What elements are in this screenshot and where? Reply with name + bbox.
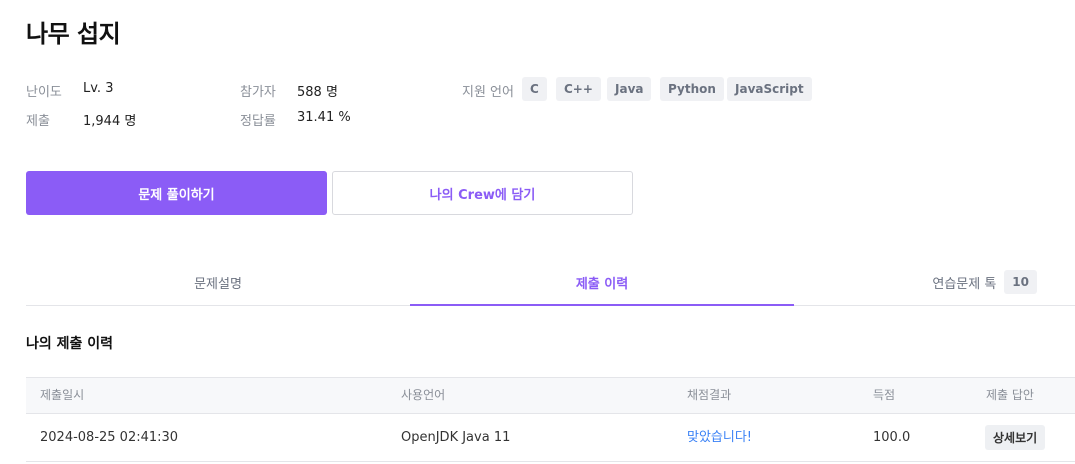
language-chip-javascript: JavaScript (727, 77, 812, 101)
difficulty-label: 난이도 (26, 85, 62, 100)
tab-submission-history[interactable]: 제출 이력 (410, 258, 794, 306)
language-chip-python: Python (660, 77, 724, 101)
submission-score: 100.0 (873, 430, 911, 445)
column-header-answer: 제출 답안 (986, 388, 1034, 402)
column-header-result: 채점결과 (687, 388, 732, 402)
view-details-button[interactable]: 상세보기 (985, 425, 1046, 450)
talk-count-badge: 10 (1004, 270, 1037, 294)
column-header-language: 사용언어 (401, 388, 446, 402)
submissions-label: 제출 (26, 114, 50, 129)
tab-practice-talk-label: 연습문제 톡 (932, 276, 997, 292)
participants-value: 588 명 (297, 85, 338, 100)
problem-title: 나무 섭지 (26, 20, 121, 48)
accuracy-value: 31.41 % (297, 110, 351, 125)
tab-description[interactable]: 문제설명 (26, 258, 410, 306)
table-row: 2024-08-25 02:41:30 OpenJDK Java 11 맞았습니… (26, 414, 1075, 462)
problem-tabs: 문제설명 제출 이력 연습문제 톡 10 (26, 258, 1075, 306)
tab-practice-talk[interactable]: 연습문제 톡 10 (794, 258, 1075, 306)
languages-label: 지원 언어 (462, 85, 514, 100)
difficulty-value: Lv. 3 (83, 81, 114, 96)
language-chip-c: C (522, 77, 547, 101)
language-chip-java: Java (607, 77, 652, 101)
active-tab-indicator (410, 304, 794, 306)
column-header-datetime: 제출일시 (40, 388, 85, 402)
submission-language: OpenJDK Java 11 (401, 430, 511, 445)
column-header-score: 득점 (873, 388, 896, 402)
submission-datetime: 2024-08-25 02:41:30 (40, 430, 179, 445)
language-chip-cpp: C++ (556, 77, 601, 101)
accuracy-label: 정답률 (240, 114, 276, 129)
solve-problem-button[interactable]: 문제 풀이하기 (26, 171, 327, 215)
submissions-value: 1,944 명 (83, 114, 137, 129)
submission-result: 맞았습니다! (687, 430, 753, 445)
submission-history-title: 나의 제출 이력 (26, 336, 114, 352)
submission-history-table: 제출일시 사용언어 채점결과 득점 제출 답안 2024-08-25 02:41… (26, 377, 1075, 462)
add-to-crew-button[interactable]: 나의 Crew에 담기 (332, 171, 633, 215)
participants-label: 참가자 (240, 85, 276, 100)
table-header: 제출일시 사용언어 채점결과 득점 제출 답안 (26, 377, 1075, 414)
